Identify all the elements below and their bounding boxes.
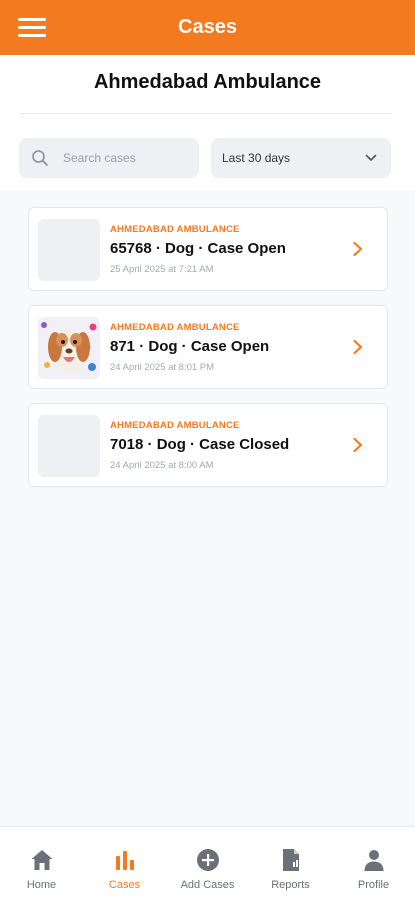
bar-chart-icon [115, 851, 134, 870]
date-range-dropdown[interactable]: Last 30 days [211, 138, 391, 178]
search-icon [32, 150, 48, 166]
case-card[interactable]: AHMEDABAD AMBULANCE 871 · Dog · Case Ope… [28, 305, 388, 389]
nav-item-profile[interactable]: Profile [332, 827, 415, 900]
case-title: 7018 · Dog · Case Closed [110, 436, 290, 453]
divider [20, 113, 392, 114]
case-date: 25 April 2025 at 7:21 AM [110, 264, 214, 275]
organization-header: Ahmedabad Ambulance Last 30 days [0, 55, 415, 190]
nav-item-reports[interactable]: Reports [249, 827, 332, 900]
case-date: 24 April 2025 at 8:01 PM [110, 362, 215, 373]
organization-name: Ahmedabad Ambulance [93, 71, 322, 93]
dog-photo-icon [38, 317, 100, 379]
case-photo [38, 317, 100, 379]
add-circle-icon [196, 849, 219, 871]
chevron-right-icon [353, 437, 363, 453]
nav-item-home[interactable]: Home [0, 827, 83, 900]
case-thumbnail-placeholder [38, 415, 100, 477]
report-icon [282, 849, 299, 871]
case-organization: AHMEDABAD AMBULANCE [110, 224, 240, 235]
bottom-navigation: Home Cases Add Cases Reports Profile [0, 826, 415, 900]
search-field[interactable] [19, 138, 199, 178]
date-range-value: Last 30 days [222, 151, 291, 165]
nav-item-cases[interactable]: Cases [83, 827, 166, 900]
chevron-down-icon [365, 154, 377, 161]
case-card[interactable]: AHMEDABAD AMBULANCE 65768 · Dog · Case O… [28, 207, 388, 291]
nav-label-add-cases: Add Cases [180, 879, 235, 891]
top-app-bar: Cases [0, 0, 415, 55]
case-title: 65768 · Dog · Case Open [110, 240, 286, 257]
case-title: 871 · Dog · Case Open [110, 338, 270, 355]
case-thumbnail-placeholder [38, 219, 100, 281]
hamburger-menu-icon[interactable] [18, 18, 46, 38]
case-organization: AHMEDABAD AMBULANCE [110, 420, 240, 431]
chevron-right-icon [353, 339, 363, 355]
person-icon [364, 850, 383, 871]
nav-label-home: Home [26, 879, 57, 891]
case-date: 24 April 2025 at 8:00 AM [110, 460, 214, 471]
case-organization: AHMEDABAD AMBULANCE [110, 322, 240, 333]
nav-label-profile: Profile [357, 879, 390, 891]
search-input[interactable] [63, 151, 183, 165]
chevron-right-icon [353, 241, 363, 257]
nav-label-cases: Cases [108, 879, 141, 891]
nav-item-add-cases[interactable]: Add Cases [166, 827, 249, 900]
page-title: Cases [178, 16, 237, 38]
nav-label-reports: Reports [271, 879, 310, 891]
case-card[interactable]: AHMEDABAD AMBULANCE 7018 · Dog · Case Cl… [28, 403, 388, 487]
home-icon [31, 850, 52, 870]
